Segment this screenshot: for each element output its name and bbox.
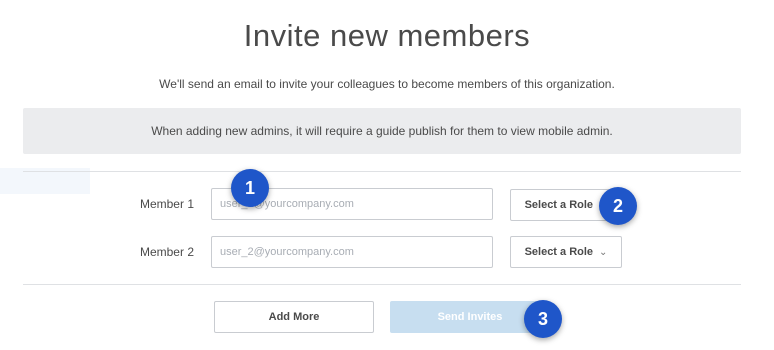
member-1-role-label: Select a Role xyxy=(524,199,594,211)
member-2-email-input[interactable] xyxy=(211,236,493,268)
callout-badge-1: 1 xyxy=(231,169,269,207)
top-divider xyxy=(23,171,741,172)
member-2-label: Member 2 xyxy=(139,245,194,259)
member-1-label: Member 1 xyxy=(139,197,194,211)
admin-notice-banner: When adding new admins, it will require … xyxy=(23,108,741,154)
bottom-divider xyxy=(23,284,741,285)
member-2-role-label: Select a Role xyxy=(524,246,594,258)
add-more-button[interactable]: Add More xyxy=(214,301,374,333)
page-subtitle: We'll send an email to invite your colle… xyxy=(159,77,615,91)
callout-badge-2: 2 xyxy=(599,187,637,225)
member-2-role-select[interactable]: Select a Role ⌄ xyxy=(510,236,622,268)
admin-notice-text: When adding new admins, it will require … xyxy=(151,124,613,138)
callout-badge-3: 3 xyxy=(524,300,562,338)
chevron-down-icon: ⌄ xyxy=(599,246,608,258)
page-title: Invite new members xyxy=(243,18,531,53)
